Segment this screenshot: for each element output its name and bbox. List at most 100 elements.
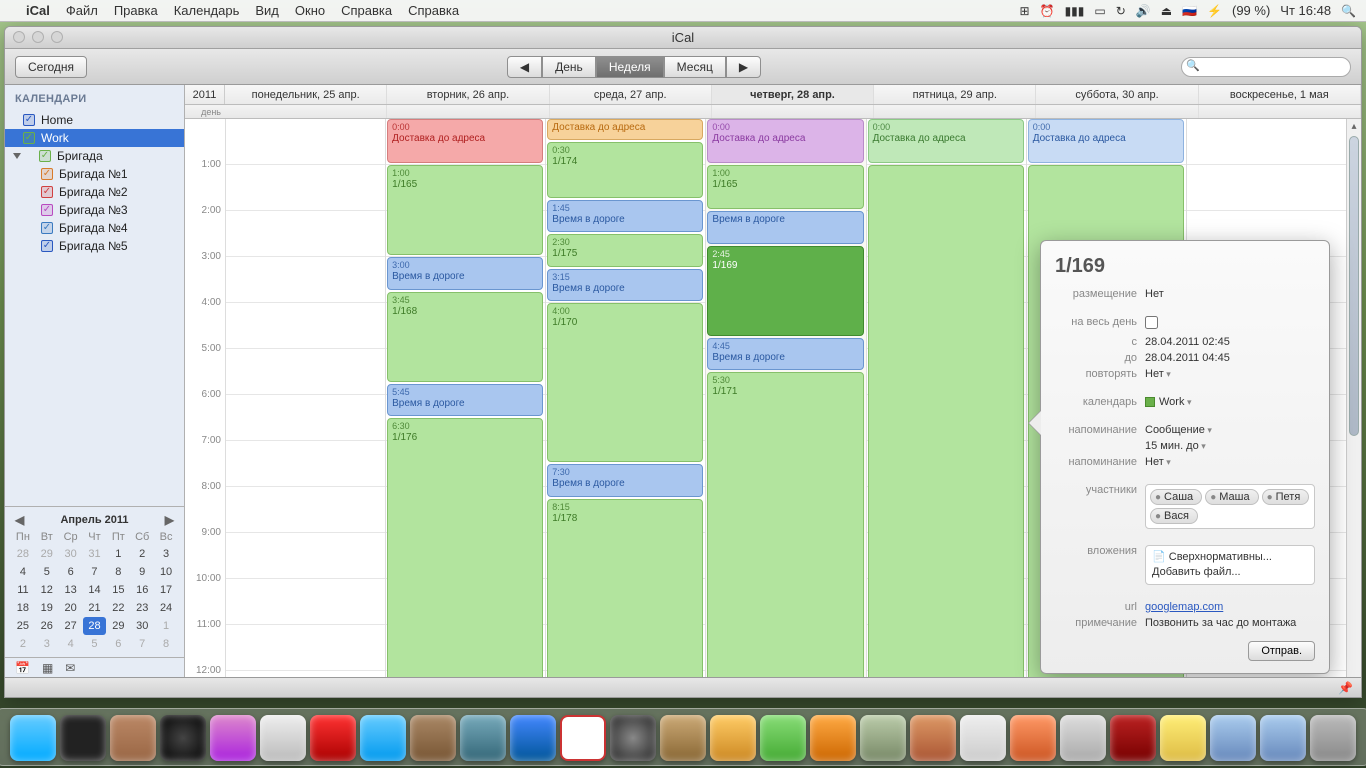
calendar-event[interactable]: 1:001/165 [707,165,863,209]
mini-day[interactable]: 15 [106,581,130,599]
url-value[interactable]: googlemap.com [1145,601,1315,613]
dock-itunes-icon[interactable] [510,715,556,761]
mini-day[interactable]: 6 [106,635,130,653]
calendar-event[interactable]: 2:301/175 [547,234,703,267]
calendar-event[interactable]: 7:30Время в дороге [547,464,703,497]
to-value[interactable]: 28.04.2011 04:45 [1145,352,1315,364]
mini-day[interactable]: 30 [59,545,83,563]
day-column[interactable]: 0:00Доставка до адреса1:001/165Время в д… [705,119,865,677]
dock-app-icon[interactable] [610,715,656,761]
display-icon[interactable]: ▭ [1094,4,1105,18]
menu-calendar[interactable]: Календарь [174,3,240,18]
event-title[interactable]: 1/169 [1055,255,1315,278]
app-name[interactable]: iCal [26,3,50,18]
calendar-event[interactable]: 3:00Время в дороге [387,257,543,290]
from-value[interactable]: 28.04.2011 02:45 [1145,336,1315,348]
prev-button[interactable]: ◀ [507,56,542,78]
day-header[interactable]: четверг, 28 апр. [712,85,874,104]
clock[interactable]: Чт 16:48 [1280,3,1331,18]
calendar-item[interactable]: ✓Бригада №4 [5,219,184,237]
calendar-event[interactable]: 0:00Доставка до адреса [868,119,1024,163]
mini-day[interactable]: 28 [83,617,107,635]
calendar-item[interactable]: ✓Бригада [5,147,184,165]
day-header[interactable]: воскресенье, 1 мая [1199,85,1361,104]
calendar-event[interactable]: 4:001/170 [547,303,703,462]
mini-day[interactable]: 29 [106,617,130,635]
menu-edit[interactable]: Правка [114,3,158,18]
day-button[interactable]: День [542,56,596,78]
dock-finder-icon[interactable] [10,715,56,761]
note-value[interactable]: Позвонить за час до монтажа [1145,617,1315,629]
menuextra-icon[interactable]: ⊞ [1020,4,1030,18]
eject-icon[interactable]: ⏏ [1161,4,1172,18]
search-input[interactable] [1181,57,1351,77]
dock-app-icon[interactable] [410,715,456,761]
mini-day[interactable]: 30 [130,617,154,635]
dock-ical-icon[interactable] [560,715,606,761]
calendar-event[interactable]: 2:451/169 [707,246,863,336]
mini-day[interactable]: 28 [11,545,35,563]
dock-folder-icon[interactable] [1260,715,1306,761]
add-file-link[interactable]: Добавить файл... [1152,565,1308,580]
calendar-event[interactable]: 1:001/165 [387,165,543,255]
dock-skype-icon[interactable] [360,715,406,761]
attachments-field[interactable]: 📄 Сверхнормативны...Добавить файл... [1145,545,1315,585]
mini-day[interactable]: 4 [11,563,35,581]
dock-app-icon[interactable] [810,715,856,761]
dock-app-icon[interactable] [1060,715,1106,761]
mini-day[interactable]: 5 [83,635,107,653]
mini-day[interactable]: 29 [35,545,59,563]
dock-app-icon[interactable] [1010,715,1056,761]
dock-terminal-icon[interactable] [60,715,106,761]
day-header[interactable]: суббота, 30 апр. [1036,85,1198,104]
calendar-item[interactable]: ✓Work [5,129,184,147]
calendar-event[interactable]: 0:00Доставка до адреса [387,119,543,163]
calendar-item[interactable]: ✓Бригада №2 [5,183,184,201]
calendar-event[interactable]: Время в дороге [707,211,863,244]
calendar-event[interactable]: 1:45Время в дороге [547,200,703,233]
calendar-event[interactable]: 0:00Доставка до адреса [707,119,863,163]
spotlight-icon[interactable]: 🔍 [1341,4,1356,18]
next-button[interactable]: ▶ [726,56,761,78]
calendar-item[interactable]: ✓Бригада №3 [5,201,184,219]
dock-mail-icon[interactable] [260,715,306,761]
mini-day[interactable]: 8 [106,563,130,581]
mini-day[interactable]: 4 [59,635,83,653]
mini-day[interactable]: 20 [59,599,83,617]
calendar-item[interactable]: ✓Бригада №1 [5,165,184,183]
dock-app-icon[interactable] [860,715,906,761]
day-column[interactable] [225,119,385,677]
dock[interactable] [0,708,1366,766]
mini-day[interactable]: 13 [59,581,83,599]
dock-app-icon[interactable] [1160,715,1206,761]
dock-app-icon[interactable] [210,715,256,761]
location-value[interactable]: Нет [1145,288,1315,300]
calendars-icon[interactable]: 📅 [15,661,30,675]
mini-day[interactable]: 5 [35,563,59,581]
mini-day[interactable]: 7 [130,635,154,653]
mini-day[interactable]: 1 [106,545,130,563]
calendar-event[interactable]: 5:45Время в дороге [387,384,543,417]
mini-day[interactable]: 18 [11,599,35,617]
calendar-event[interactable] [868,165,1024,677]
calendar-event[interactable]: 6:301/176 [387,418,543,677]
flag-icon[interactable]: 🇷🇺 [1182,4,1197,18]
today-button[interactable]: Сегодня [15,56,87,78]
alarm2-value[interactable]: Нет [1145,456,1315,468]
mini-day[interactable]: 3 [154,545,178,563]
mini-day[interactable]: 17 [154,581,178,599]
dock-wineskin-icon[interactable] [1110,715,1156,761]
attendee-chip[interactable]: Петя [1262,489,1310,505]
dock-app-icon[interactable] [110,715,156,761]
dock-folder-icon[interactable] [1210,715,1256,761]
calendar-event[interactable]: 3:15Время в дороге [547,269,703,302]
menu-help[interactable]: Справка [341,3,392,18]
mini-day[interactable]: 24 [154,599,178,617]
dock-trash-icon[interactable] [1310,715,1356,761]
grid-icon[interactable]: ▦ [42,661,53,675]
menu-window[interactable]: Окно [295,3,325,18]
mini-day[interactable]: 25 [11,617,35,635]
dock-app-icon[interactable] [760,715,806,761]
mini-day[interactable]: 27 [59,617,83,635]
battery-percent[interactable]: (99 %) [1232,3,1270,18]
